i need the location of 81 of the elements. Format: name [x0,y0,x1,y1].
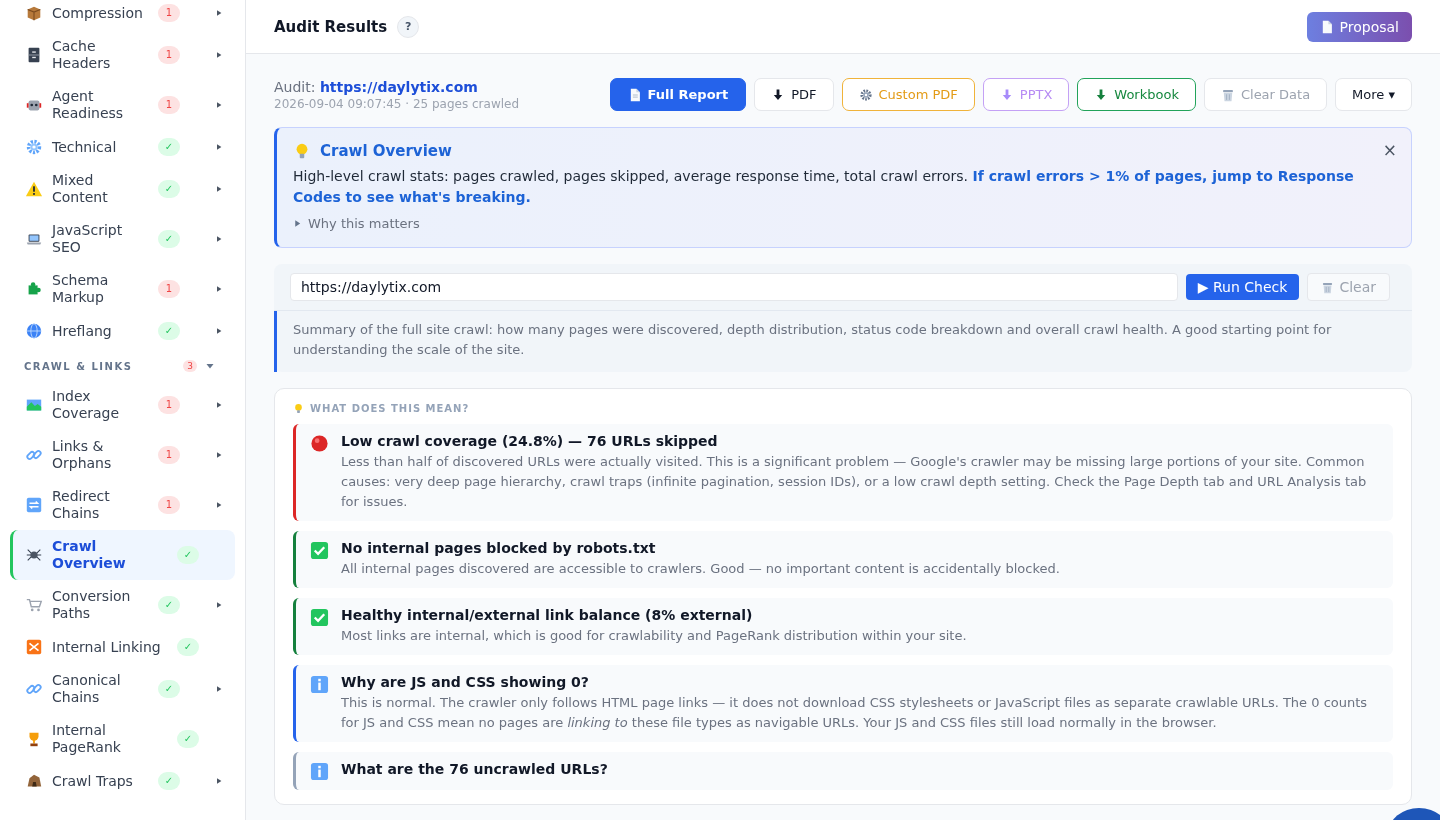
why-this-matters-toggle[interactable]: Why this matters [293,216,420,231]
spider-icon [25,546,43,564]
callout-title: Crawl Overview [320,142,452,160]
sidebar-item[interactable]: Crawl Overview ✓ [10,530,235,580]
audit-url-line: Audit: https://daylytix.com [274,78,479,95]
collapse-caret-icon[interactable] [205,361,215,371]
count-badge: 1 [158,280,180,298]
sidebar-item[interactable]: Technical ✓ [10,130,235,164]
sidebar-item[interactable]: Redirect Chains 1 [10,480,235,530]
sidebar-item[interactable]: Cache Headers 1 [10,30,235,80]
sidebar-item[interactable]: Conversion Paths ✓ [10,580,235,630]
help-button[interactable]: ? [397,15,420,38]
checkmark-icon [310,541,329,560]
section-heading: CRAWL & LINKS [24,360,134,372]
check-badge: ✓ [158,596,180,614]
check-badge: ✓ [158,772,180,790]
globe-icon [25,322,43,340]
finding-title: No internal pages blocked by robots.txt [341,540,657,556]
close-button[interactable]: × [1382,140,1397,160]
finding-title: Low crawl coverage (24.8%) — 76 URLs skipped [341,433,719,449]
count-badge: 1 [158,46,180,64]
expand-caret-icon [293,219,302,228]
audit-meta: 2026-09-04 09:07:45 · 25 pages crawled [274,96,520,111]
gear-icon [25,138,43,156]
page-title: Audit Results [274,17,388,36]
check-badge: ✓ [177,546,199,564]
pdf-button[interactable]: PDF [754,78,834,111]
sidebar-item[interactable]: Crawl Traps ✓ [10,764,235,798]
trash-icon [1220,87,1235,102]
more-menu-button[interactable]: More ▾ [1335,78,1412,111]
check-badge: ✓ [177,730,199,748]
check-badge: ✓ [158,322,180,340]
gear-icon [858,87,873,102]
sidebar-item[interactable]: Links & Orphans 1 [10,430,235,480]
finding-title: Why are JS and CSS showing 0? [341,674,590,690]
checkmark-icon [310,608,329,627]
sidebar-item[interactable]: Internal Linking ✓ [10,630,235,664]
sidebar-item[interactable]: Internal PageRank ✓ [10,714,235,764]
finding-title: Healthy internal/external link balance (8% external) [341,607,754,623]
full-report-button[interactable]: Full Report [609,78,747,111]
proposal-button[interactable]: Proposal [1306,11,1412,42]
sidebar-item[interactable]: Agent Readiness 1 [10,80,235,130]
count-badge: 3 [183,360,197,372]
cart-icon [25,596,43,614]
trash-icon [1321,280,1335,294]
sidebar-item[interactable]: Schema Markup 1 [10,264,235,314]
count-badge: 1 [158,4,180,22]
count-badge: 1 [158,446,180,464]
check-badge: ✓ [158,138,180,156]
count-badge: 1 [158,96,180,114]
check-badge: ✓ [158,180,180,198]
description-text: Summary of the full site crawl: how many pages were discovered, depth distribution, status code breakdown and overall crawl health. A good starting point for understanding the scale of the site. [274,311,1412,372]
sidebar-item[interactable]: Mixed Content ✓ [10,164,235,214]
warning-icon [25,180,43,198]
sidebar-item[interactable]: JavaScript SEO ✓ [10,214,235,264]
error-dot-icon [310,434,329,453]
count-badge: 1 [158,396,180,414]
sidebar-item[interactable]: Hreflang ✓ [10,314,235,348]
check-badge: ✓ [158,680,180,698]
run-check-button[interactable]: ▶ Run Check [1185,274,1300,300]
check-badge: ✓ [177,638,199,656]
info-icon [310,762,329,781]
workbook-button[interactable]: Workbook [1077,78,1196,111]
arrows-icon [25,496,43,514]
sidebar-item[interactable]: Compression 1 [10,0,235,30]
sidebar-item[interactable]: Canonical Chains ✓ [10,664,235,714]
sidebar-item[interactable]: Index Coverage 1 [10,380,235,430]
shuffle-icon [25,638,43,656]
url-input-field[interactable]: https://daylytix.com [290,273,1178,301]
lightbulb-icon [293,403,304,414]
finding-text: Most links are internal, which is good for crawlability and PageRank distribution within your site. [341,627,967,645]
finding-title: What are the 76 uncrawled URLs? [341,761,608,777]
count-badge: 1 [158,496,180,514]
finding-text: This is normal. The crawler only follows HTML page links — it does not download CSS stylesheets or JavaScript files as separate crawlable URLs. The 0 counts for JS and CSS mean no pages are linking to these file types as navigable URLs. Your JS and CSS files still load normally in the browser. [341,694,1369,732]
finding-text: All internal pages discovered are accessible to crawlers. Good — no important content is accidentally blocked. [341,560,1060,578]
callout-text: High-level crawl stats: pages crawled, pages skipped, average response time, total crawl errors. If crawl errors > 1% of pages, jump to Response Codes to see what's breaking. [293,167,1355,207]
info-icon [310,675,329,694]
section-heading: WHAT DOES THIS MEAN? [310,403,470,414]
check-badge: ✓ [158,230,180,248]
finding-text: Less than half of discovered URLs were actually visited. This is a significant problem — Google's crawler may be missing large portions of your site. Common causes: very deep page hierarchy, crawl traps (infinite pagination, session IDs), or a low crawl depth setting. Check the Page Depth tab and URL Analysis tab for issues. [341,453,1368,511]
package-icon [25,4,43,22]
